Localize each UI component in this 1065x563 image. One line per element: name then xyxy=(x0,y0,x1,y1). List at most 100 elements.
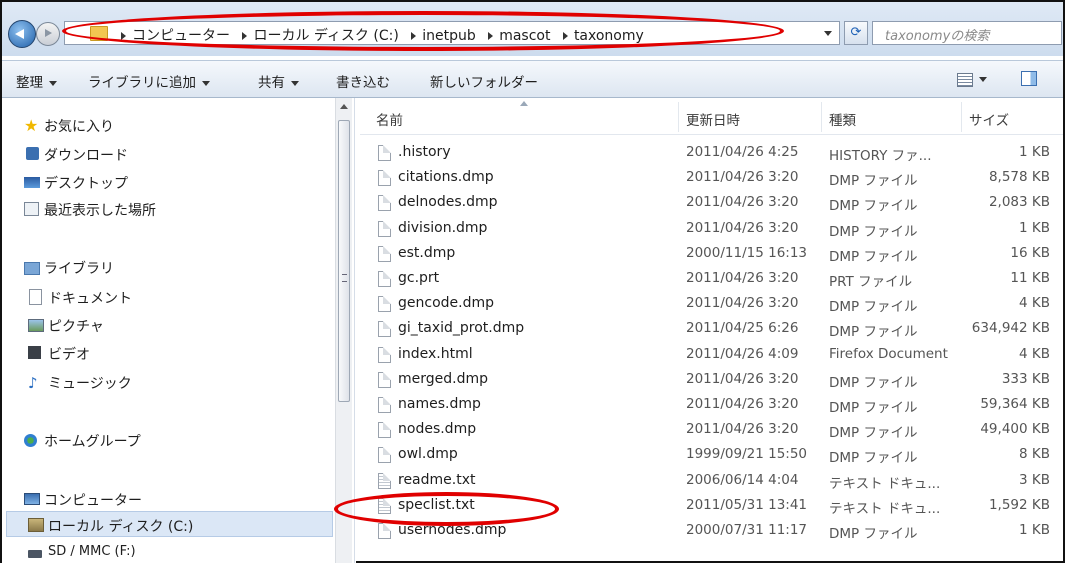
file-date: 2006/06/14 4:04 xyxy=(686,471,799,488)
file-name: delnodes.dmp xyxy=(398,194,498,211)
nav-local-disk[interactable]: ローカル ディスク (C:) xyxy=(48,516,193,536)
pane-divider[interactable] xyxy=(354,98,355,563)
text-file-icon xyxy=(378,472,391,489)
address-bar[interactable]: コンピューター ローカル ディスク (C:) inetpub mascot ta… xyxy=(64,21,840,45)
nav-documents[interactable]: ドキュメント xyxy=(48,288,132,308)
scroll-up-icon[interactable] xyxy=(340,104,348,109)
breadcrumb-local-disk[interactable]: ローカル ディスク (C:) xyxy=(253,28,398,44)
file-row[interactable]: merged.dmp 2011/04/26 3:20 DMP ファイル 333 KB xyxy=(360,368,1063,393)
chevron-right-icon xyxy=(411,32,417,40)
nav-computer[interactable]: コンピューター xyxy=(44,490,142,510)
desktop-icon xyxy=(24,177,40,188)
nav-favorites[interactable]: お気に入り xyxy=(44,116,114,136)
nav-desktop[interactable]: デスクトップ xyxy=(44,173,128,193)
chevron-down-icon xyxy=(202,80,210,86)
breadcrumb-inetpub[interactable]: inetpub xyxy=(422,28,476,44)
file-row[interactable]: .history 2011/04/26 4:25 HISTORY ファ... 1 KB xyxy=(360,141,1063,166)
refresh-button[interactable]: ⟳ xyxy=(844,21,868,45)
view-options-icon[interactable] xyxy=(957,73,973,87)
star-icon: ★ xyxy=(24,116,39,135)
nav-recent-places[interactable]: 最近表示した場所 xyxy=(44,200,156,220)
column-divider[interactable] xyxy=(961,102,962,132)
breadcrumb-computer[interactable]: コンピューター xyxy=(132,28,230,44)
nav-homegroup[interactable]: ホームグループ xyxy=(44,431,141,451)
file-row[interactable]: gc.prt 2011/04/26 3:20 PRT ファイル 11 KB xyxy=(360,267,1063,292)
column-header-size[interactable]: サイズ xyxy=(969,109,1009,129)
file-type: PRT ファイル xyxy=(829,274,913,290)
organize-label: 整理 xyxy=(16,75,43,91)
file-icon xyxy=(378,321,391,338)
file-date: 2011/04/26 3:20 xyxy=(686,295,799,312)
file-row[interactable]: division.dmp 2011/04/26 3:20 DMP ファイル 1 KB xyxy=(360,217,1063,242)
nav-downloads[interactable]: ダウンロード xyxy=(44,145,128,165)
nav-music[interactable]: ミュージック xyxy=(48,373,132,393)
file-date: 2000/07/31 11:17 xyxy=(686,522,808,538)
search-input[interactable]: taxonomyの検索 xyxy=(872,21,1062,45)
address-history-dropdown[interactable] xyxy=(818,24,838,42)
file-size: 333 KB xyxy=(1001,370,1050,387)
refresh-icon: ⟳ xyxy=(850,25,862,40)
file-name: owl.dmp xyxy=(398,446,458,463)
file-icon xyxy=(378,422,391,439)
file-icon xyxy=(378,523,391,539)
file-row[interactable]: gencode.dmp 2011/04/26 3:20 DMP ファイル 4 KB xyxy=(360,292,1063,317)
file-row[interactable]: nodes.dmp 2011/04/26 3:20 DMP ファイル 49,400 K… xyxy=(360,418,1063,443)
back-button[interactable] xyxy=(8,20,36,48)
file-date: 2011/04/26 4:25 xyxy=(686,144,799,160)
forward-button[interactable] xyxy=(36,22,60,46)
file-size: 2,083 KB xyxy=(988,194,1050,211)
burn-button[interactable]: 書き込む xyxy=(336,71,390,91)
file-date: 2011/04/26 4:09 xyxy=(686,345,799,362)
scroll-thumb[interactable] xyxy=(338,120,350,402)
file-type: テキスト ドキュ... xyxy=(829,500,941,517)
file-row[interactable]: index.html 2011/04/26 4:09 Firefox Documen… xyxy=(360,343,1063,368)
nav-pictures[interactable]: ピクチャ xyxy=(48,316,104,336)
file-icon xyxy=(378,447,391,464)
address-bar-row: コンピューター ローカル ディスク (C:) inetpub mascot ta… xyxy=(2,2,1063,56)
file-row[interactable]: citations.dmp 2011/04/26 3:20 DMP ファイル 8,57… xyxy=(360,166,1063,191)
downloads-icon xyxy=(26,147,39,160)
file-row[interactable]: gi_taxid_prot.dmp 2011/04/25 6:26 DMP ファイル… xyxy=(360,317,1063,342)
file-row[interactable]: names.dmp 2011/04/26 3:20 DMP ファイル 59,364 K… xyxy=(360,393,1063,418)
breadcrumb: コンピューター ローカル ディスク (C:) inetpub mascot ta… xyxy=(113,25,644,45)
column-header-name[interactable]: 名前 xyxy=(376,109,403,129)
column-divider[interactable] xyxy=(678,102,679,132)
file-name: division.dmp xyxy=(398,219,488,236)
grip-icon xyxy=(342,274,347,282)
nav-sd-card[interactable]: SD / MMC (F:) xyxy=(48,544,136,559)
column-header-date[interactable]: 更新日時 xyxy=(686,109,740,129)
chevron-down-icon[interactable] xyxy=(979,77,987,82)
column-header-type[interactable]: 種類 xyxy=(829,109,856,129)
file-row[interactable]: usernodes.dmp 2000/07/31 11:17 DMP ファイル 1 K… xyxy=(360,519,1063,544)
file-row[interactable]: readme.txt 2006/06/14 4:04 テキスト ドキュ... 3 KB xyxy=(360,469,1063,494)
file-name: nodes.dmp xyxy=(398,421,477,438)
chevron-down-icon xyxy=(49,80,57,86)
file-type: DMP ファイル xyxy=(829,450,918,467)
file-size: 8,578 KB xyxy=(988,169,1050,186)
nav-videos[interactable]: ビデオ xyxy=(48,344,90,364)
file-icon xyxy=(378,245,391,262)
command-bar: 整理 ライブラリに追加 共有 書き込む 新しいフォルダー xyxy=(2,60,1063,98)
file-row[interactable]: est.dmp 2000/11/15 16:13 DMP ファイル 16 KB xyxy=(360,242,1063,267)
share-button[interactable]: 共有 xyxy=(258,71,299,91)
breadcrumb-taxonomy[interactable]: taxonomy xyxy=(574,28,644,44)
file-size: 634,942 KB xyxy=(971,320,1050,337)
column-divider[interactable] xyxy=(821,102,822,132)
breadcrumb-mascot[interactable]: mascot xyxy=(499,28,550,44)
recent-places-icon xyxy=(24,202,39,216)
file-row[interactable]: speclist.txt 2011/05/31 13:41 テキスト ドキュ... 1… xyxy=(360,494,1063,519)
file-row[interactable]: owl.dmp 1999/09/21 15:50 DMP ファイル 8 KB xyxy=(360,443,1063,468)
new-folder-button[interactable]: 新しいフォルダー xyxy=(430,71,538,91)
file-type: DMP ファイル xyxy=(829,198,918,215)
music-note-icon: ♪ xyxy=(28,374,38,392)
organize-button[interactable]: 整理 xyxy=(16,71,57,91)
nav-scrollbar[interactable] xyxy=(335,98,352,563)
chevron-right-icon xyxy=(562,32,568,40)
nav-libraries[interactable]: ライブラリ xyxy=(44,258,114,278)
file-size: 3 KB xyxy=(1019,471,1050,488)
file-date: 2011/04/26 3:20 xyxy=(686,169,799,186)
add-to-library-button[interactable]: ライブラリに追加 xyxy=(88,71,210,91)
chevron-right-icon xyxy=(488,32,494,40)
preview-pane-icon[interactable] xyxy=(1021,71,1037,86)
file-row[interactable]: delnodes.dmp 2011/04/26 3:20 DMP ファイル 2,083… xyxy=(360,191,1063,216)
